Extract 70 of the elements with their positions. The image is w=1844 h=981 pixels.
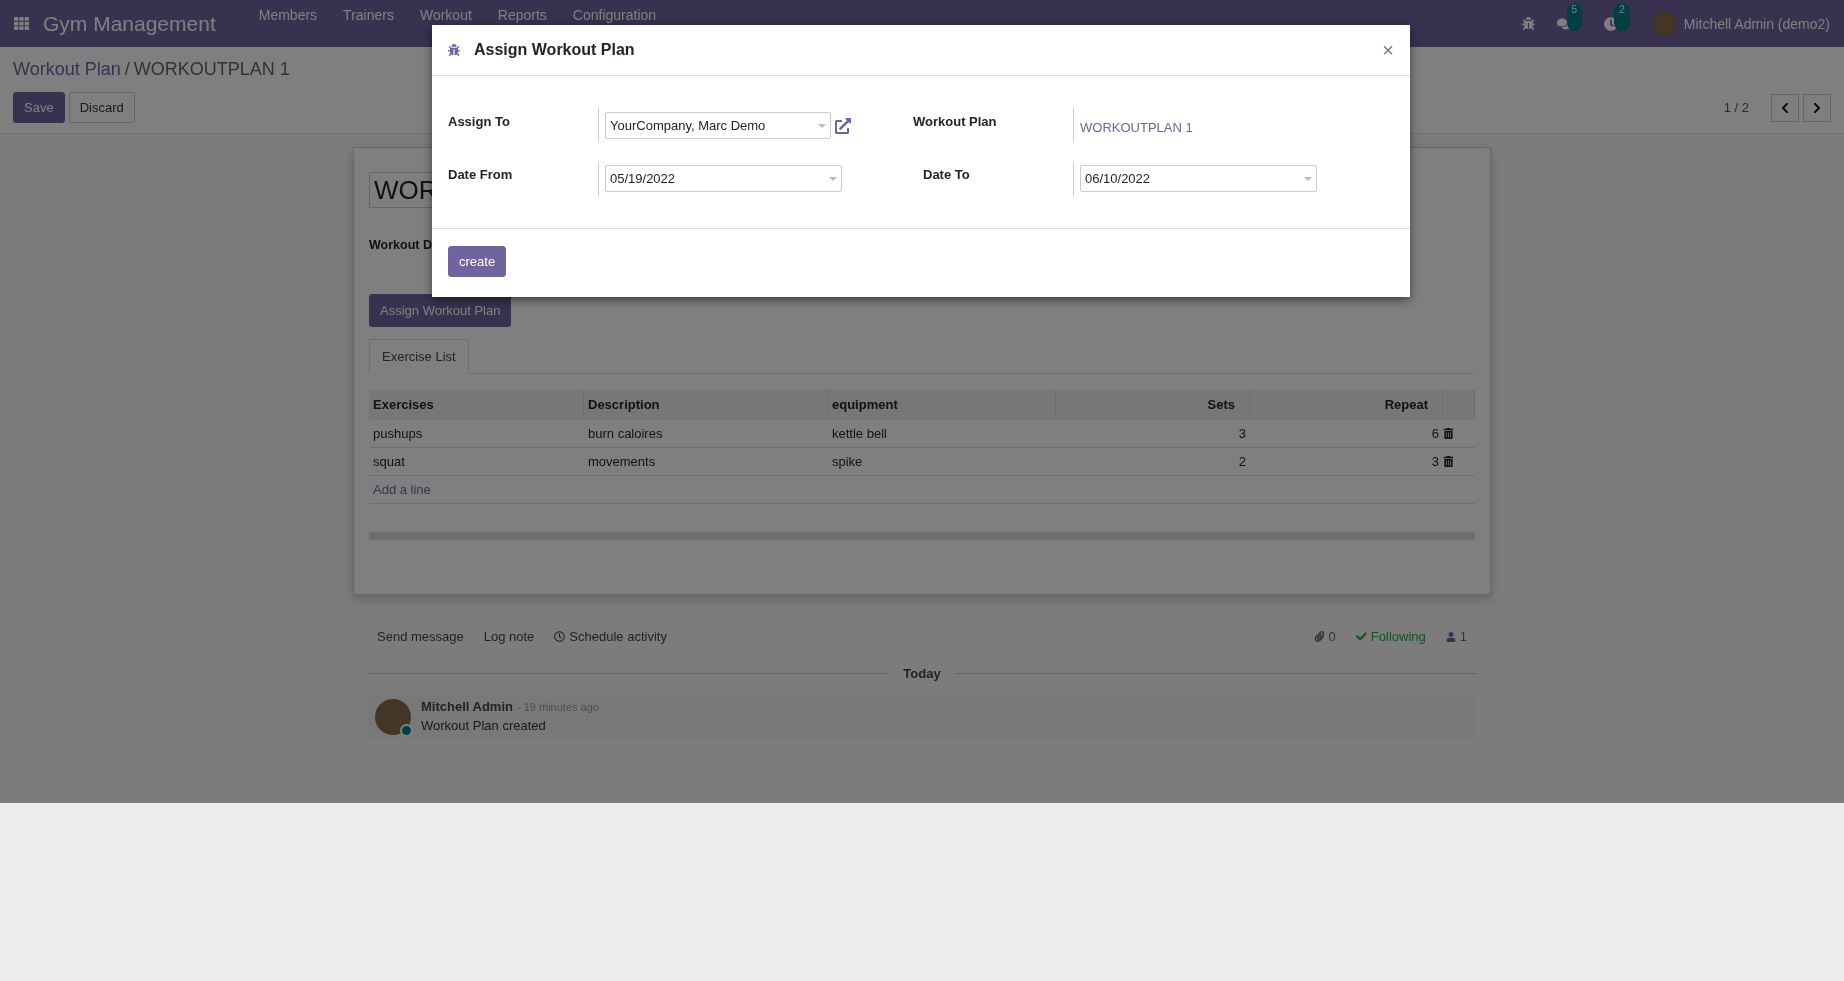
user-avatar (1651, 11, 1676, 36)
date-to-field[interactable]: 06/10/2022 (1080, 165, 1317, 192)
user-menu[interactable]: Mitchell Admin (demo2) (1683, 15, 1830, 32)
menu-item[interactable]: Members (245, 7, 331, 23)
debug-icon[interactable] (1521, 17, 1535, 30)
message-author: Mitchell Admin (421, 699, 513, 714)
plan-value-link[interactable]: WORKOUTPLAN 1 (1080, 116, 1193, 135)
chatter-action[interactable]: Send message (377, 629, 464, 644)
field-label: Workout D (369, 238, 432, 252)
column-header[interactable]: Sets (1056, 390, 1250, 420)
table-cell: spike (828, 448, 1056, 476)
table-cell: 6 (1250, 420, 1443, 448)
table-cell: 3 (1250, 448, 1443, 476)
chevron-right-icon (1811, 101, 1823, 114)
check-icon (1355, 631, 1367, 642)
breadcrumb-separator: / (124, 59, 130, 80)
attachments-button[interactable]: 0 (1313, 629, 1336, 644)
column-header[interactable]: equipment (828, 390, 1056, 420)
message-body: Workout Plan created (421, 718, 547, 733)
external-link-icon[interactable] (835, 117, 851, 134)
user-icon (1445, 631, 1456, 642)
discard-button[interactable]: Discard (68, 92, 135, 123)
table-cell: burn caloires (584, 420, 828, 448)
next-button[interactable] (1803, 93, 1831, 122)
delete-icon[interactable] (1443, 428, 1454, 439)
menu-item[interactable]: Trainers (330, 7, 407, 23)
date-divider: Today (903, 666, 941, 681)
close-button[interactable]: × (1382, 38, 1394, 62)
create-button[interactable]: create (448, 246, 507, 277)
apps-menu-icon[interactable] (14, 16, 29, 31)
save-button[interactable]: Save (13, 92, 65, 123)
author-avatar (375, 699, 411, 735)
assign-to-field[interactable]: YourCompany, Marc Demo (605, 112, 831, 139)
table-cell: 3 (1056, 420, 1250, 448)
menu-item[interactable]: Reports (484, 7, 560, 23)
delete-icon[interactable] (1443, 456, 1454, 467)
activities-count: 2 (1614, 2, 1630, 31)
previous-button[interactable] (1771, 93, 1799, 122)
following-button[interactable]: Following (1355, 629, 1426, 644)
column-header[interactable]: Repeat (1250, 390, 1443, 420)
app-name: Gym Management (43, 11, 216, 36)
add-line-link[interactable]: Add a line (369, 476, 1475, 504)
column-header[interactable]: Exercises (369, 390, 584, 420)
table-cell: squat (369, 448, 584, 476)
chevron-left-icon (1779, 101, 1791, 114)
breadcrumb-link[interactable]: Workout Plan (13, 59, 121, 80)
messages-count: 5 (1566, 2, 1583, 31)
table-cell: 2 (1056, 448, 1250, 476)
table-cell: kettle bell (828, 420, 1056, 448)
menu-item[interactable]: Configuration (559, 7, 670, 23)
bug-icon (448, 44, 460, 56)
breadcrumb-current: WORKOUTPLAN 1 (133, 59, 290, 80)
tab[interactable]: Exercise List (369, 339, 469, 374)
dialog-title: Assign Workout Plan (474, 41, 635, 59)
column-header[interactable]: Description (584, 390, 828, 420)
field-label: Assign To (448, 113, 511, 131)
field-label: Date From (448, 166, 514, 184)
table-cell: pushups (369, 420, 584, 448)
paperclip-icon (1313, 631, 1325, 642)
assign-workout-plan-button[interactable]: Assign Workout Plan (369, 294, 512, 327)
followers-button[interactable]: 1 (1445, 629, 1467, 644)
chatter-action[interactable]: Schedule activity (554, 629, 667, 644)
chatter-action[interactable]: Log note (483, 629, 535, 644)
field-label: Workout Plan (913, 113, 998, 131)
table-cell: movements (584, 448, 828, 476)
menu-item[interactable]: Workout (406, 7, 485, 23)
date-from-field[interactable]: 05/19/2022 (605, 165, 842, 192)
clock-icon (554, 631, 566, 642)
field-label: Date To (922, 166, 971, 184)
pager-text: 1 / 2 (1723, 100, 1749, 115)
